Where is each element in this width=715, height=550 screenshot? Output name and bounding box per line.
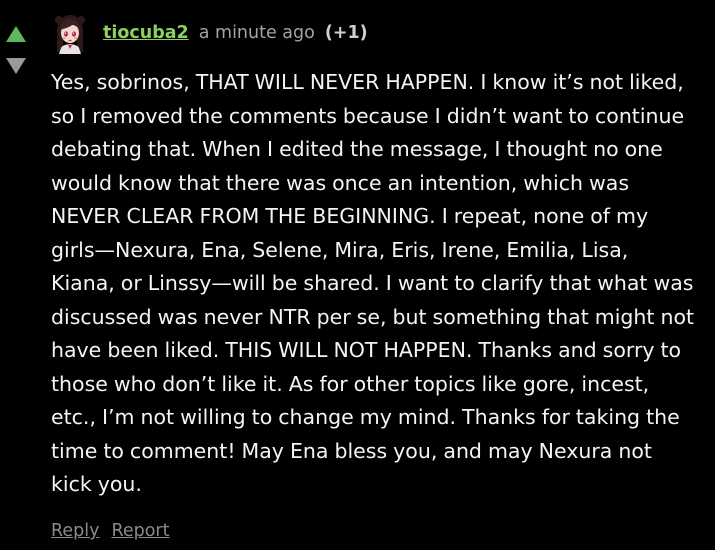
avatar[interactable] <box>51 12 89 54</box>
comment-actions: Reply Report <box>51 516 169 546</box>
vote-column <box>0 18 40 88</box>
comment: tiocuba2 a minute ago (+1) Yes, sobrinos, … <box>0 0 715 550</box>
score-badge: (+1) <box>324 23 368 43</box>
report-link[interactable]: Report <box>111 521 169 541</box>
comment-body: Yes, sobrinos, THAT WILL NEVER HAPPEN. I… <box>51 70 695 496</box>
timestamp: a minute ago <box>198 23 315 43</box>
reply-link[interactable]: Reply <box>51 521 99 541</box>
downvote-button[interactable] <box>5 56 27 76</box>
comment-meta: tiocuba2 a minute ago (+1) <box>103 19 368 47</box>
triangle-down-icon <box>6 58 26 74</box>
upvote-button[interactable] <box>5 24 27 44</box>
username-link[interactable]: tiocuba2 <box>103 23 189 43</box>
anime-girl-avatar-icon <box>51 12 89 54</box>
triangle-up-icon <box>6 26 26 42</box>
